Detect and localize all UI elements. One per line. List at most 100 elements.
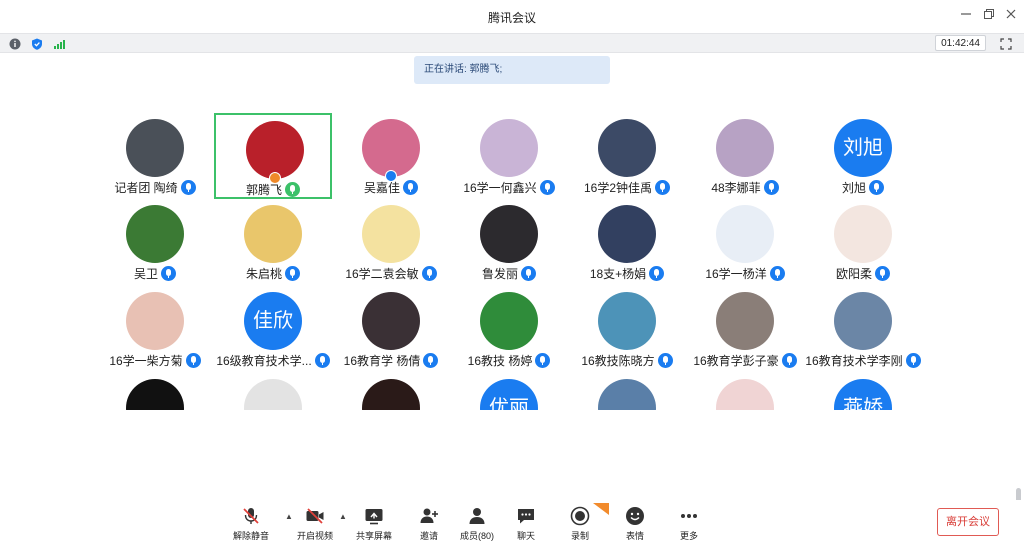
share-screen-button[interactable]: 共享屏幕 — [349, 506, 399, 544]
close-icon[interactable] — [1003, 8, 1019, 24]
unmute-label: 解除静音 — [232, 531, 269, 541]
avatar: 佳欣 — [244, 292, 302, 350]
participant-tile[interactable]: 吴卫 — [96, 199, 214, 285]
record-label: 录制 — [570, 531, 589, 541]
participant-tile[interactable]: 吴嘉佳 — [332, 113, 450, 199]
participant-name: 郭腾飞 — [245, 183, 282, 197]
shield-icon[interactable] — [31, 37, 43, 50]
participant-name: 16教育技术学李刚 — [805, 354, 903, 368]
participant-name-row: 刘旭 — [804, 180, 922, 196]
participant-tile[interactable] — [214, 373, 332, 410]
invite-label: 邀请 — [419, 531, 438, 541]
participant-tile[interactable]: 16教育学彭子豪 — [686, 286, 804, 372]
more-button[interactable]: 更多 — [664, 506, 714, 544]
participant-name-row: 48李娜菲 — [686, 180, 804, 196]
add-user-icon — [419, 506, 439, 526]
participant-name-row: 朱启桃 — [214, 266, 332, 282]
camera-off-icon — [305, 506, 325, 526]
participant-tile[interactable]: 16学2钟佳禹 — [568, 113, 686, 199]
participant-tile[interactable]: 16学一杨洋 — [686, 199, 804, 285]
participant-tile[interactable] — [332, 373, 450, 410]
participant-tile[interactable]: 16学一柴方菊 — [96, 286, 214, 372]
video-button[interactable]: 开启视频 — [290, 506, 340, 544]
avatar — [716, 379, 774, 410]
participant-tile[interactable]: 16学二袁会敏 — [332, 199, 450, 285]
avatar — [246, 121, 304, 179]
record-button[interactable]: 录制 — [555, 506, 605, 544]
chat-button[interactable]: 聊天 — [501, 506, 551, 544]
participant-name: 48李娜菲 — [711, 181, 761, 195]
meeting-timer: 01:42:44 — [935, 35, 986, 51]
info-icon[interactable] — [9, 37, 21, 50]
participant-name: 16教技陈晓方 — [581, 354, 655, 368]
participant-name-row: 鲁发丽 — [450, 266, 568, 282]
avatar — [716, 205, 774, 263]
members-button[interactable]: 成员(80) — [452, 506, 502, 544]
participant-tile[interactable]: 优丽 — [450, 373, 568, 410]
mic-icon — [403, 180, 418, 195]
avatar — [480, 292, 538, 350]
avatar — [362, 119, 420, 177]
chat-icon — [516, 506, 536, 526]
participant-name-row: 记者团 陶绮 — [96, 180, 214, 196]
mic-icon — [314, 353, 330, 368]
fullscreen-icon[interactable] — [1000, 37, 1012, 50]
participant-tile[interactable]: 鲁发丽 — [450, 199, 568, 285]
participant-tile[interactable]: 16教育学 杨倩 — [332, 286, 450, 372]
avatar — [480, 205, 538, 263]
participant-name: 吴卫 — [133, 267, 158, 281]
participant-tile[interactable]: 朱启桃 — [214, 199, 332, 285]
participant-tile[interactable]: 48李娜菲 — [686, 113, 804, 199]
record-icon — [570, 506, 590, 526]
avatar — [126, 205, 184, 263]
avatar — [716, 119, 774, 177]
leave-meeting-button[interactable]: 离开会议 — [937, 508, 999, 536]
members-icon — [467, 506, 487, 526]
participant-tile[interactable] — [568, 373, 686, 410]
window-title: 腾讯会议 — [487, 11, 536, 25]
participant-name: 朱启桃 — [245, 267, 282, 281]
avatar — [834, 205, 892, 263]
avatar — [480, 119, 538, 177]
participant-tile[interactable]: 佳欣 16级教育技术学... — [214, 286, 332, 372]
speaking-banner: 正在讲话: 郭腾飞; — [414, 56, 610, 84]
emoji-icon — [625, 506, 645, 526]
participant-tile[interactable] — [686, 373, 804, 410]
avatar: 燕娇 — [834, 379, 892, 410]
signal-icon[interactable] — [53, 37, 65, 49]
participant-name: 欧阳柔 — [835, 267, 872, 281]
mic-icon — [285, 266, 300, 281]
participant-tile[interactable] — [96, 373, 214, 410]
avatar: 优丽 — [480, 379, 538, 410]
participant-name-row: 16教育学彭子豪 — [686, 353, 804, 369]
mic-icon — [905, 353, 921, 368]
video-options-caret[interactable]: ▲ — [339, 513, 347, 521]
avatar — [362, 292, 420, 350]
minimize-icon[interactable] — [958, 8, 974, 24]
invite-button[interactable]: 邀请 — [404, 506, 454, 544]
unmute-button[interactable]: 解除静音 — [226, 506, 276, 544]
mic-icon — [875, 266, 890, 281]
video-label: 开启视频 — [296, 531, 333, 541]
meeting-window: 腾讯会议 01:42:44 正在讲话: 郭腾飞; 记者团 陶绮 郭腾飞 吴嘉佳 16学… — [0, 0, 1024, 545]
participant-tile[interactable]: 燕娇 — [804, 373, 922, 410]
mic-icon — [180, 180, 196, 195]
mic-icon — [657, 353, 673, 368]
participant-tile[interactable]: 16学一何鑫兴 — [450, 113, 568, 199]
participant-tile[interactable]: 16教育技术学李刚 — [804, 286, 922, 372]
avatar — [362, 205, 420, 263]
reaction-button[interactable]: 表情 — [610, 506, 660, 544]
mic-icon — [421, 266, 437, 281]
restore-icon[interactable] — [981, 8, 997, 24]
participant-tile[interactable]: 刘旭 刘旭 — [804, 113, 922, 199]
share-screen-icon — [364, 506, 384, 526]
mic-icon — [535, 353, 551, 368]
participant-tile[interactable]: 记者团 陶绮 — [96, 113, 214, 199]
participant-tile[interactable]: 16教技 杨婷 — [450, 286, 568, 372]
participant-tile[interactable]: 郭腾飞 — [214, 113, 332, 199]
participant-tile[interactable]: 欧阳柔 — [804, 199, 922, 285]
info-bar: 01:42:44 — [0, 33, 1024, 53]
participant-name: 16教技 杨婷 — [467, 354, 533, 368]
participant-tile[interactable]: 18支+杨娟 — [568, 199, 686, 285]
participant-tile[interactable]: 16教技陈晓方 — [568, 286, 686, 372]
